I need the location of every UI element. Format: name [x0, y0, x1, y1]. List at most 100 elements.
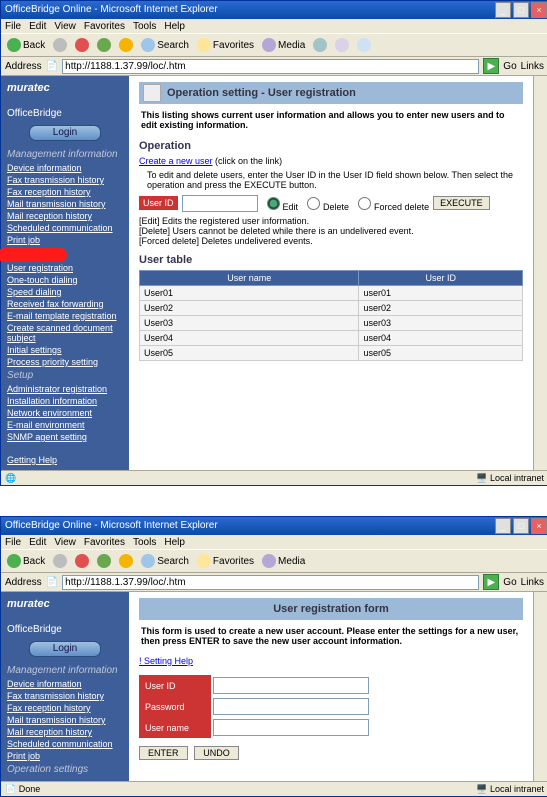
history-button[interactable] — [311, 38, 329, 52]
menu-view[interactable]: View — [54, 21, 76, 32]
address-bar-2: Address 📄 ▶ Go Links — [1, 573, 547, 592]
edit-radio-wrap[interactable]: Edit — [262, 194, 299, 212]
go-button[interactable]: ▶ — [483, 58, 499, 74]
delete-radio[interactable] — [307, 197, 320, 210]
back-button[interactable]: Back — [5, 38, 47, 52]
sidebar-item-mail-rx-history-2[interactable]: Mail reception history — [1, 726, 129, 738]
back-icon — [7, 554, 21, 568]
menu-tools-2[interactable]: Tools — [133, 537, 156, 548]
sidebar-item-process-priority[interactable]: Process priority setting — [1, 356, 129, 368]
sidebar-item-device-info-2[interactable]: Device information — [1, 678, 129, 690]
address-input-2[interactable] — [62, 575, 479, 590]
mail-button[interactable] — [333, 38, 351, 52]
sidebar-item-fax-rx-history-2[interactable]: Fax reception history — [1, 702, 129, 714]
input-username[interactable] — [213, 719, 369, 736]
menu-help[interactable]: Help — [164, 21, 185, 32]
sidebar-item-device-info[interactable]: Device information — [1, 162, 129, 174]
window-title: OfficeBridge Online - Microsoft Internet… — [5, 1, 494, 19]
input-password[interactable] — [213, 698, 369, 715]
page-title: Operation setting - User registration — [167, 87, 356, 99]
status-globe-icon: 🌐 — [5, 473, 16, 484]
back-button-2[interactable]: Back — [5, 554, 47, 568]
sidebar-item-scheduled-comm[interactable]: Scheduled communication — [1, 222, 129, 234]
forced-radio-wrap[interactable]: Forced delete — [353, 194, 429, 212]
address-input[interactable] — [62, 59, 479, 74]
login-button-2[interactable]: Login — [29, 641, 101, 657]
enter-button[interactable]: ENTER — [139, 746, 188, 760]
media-button[interactable]: Media — [260, 38, 307, 52]
home-button[interactable] — [117, 38, 135, 52]
setting-help-link[interactable]: ! Setting Help — [139, 656, 193, 666]
sidebar-item-speed-dialing[interactable]: Speed dialing — [1, 286, 129, 298]
undo-button[interactable]: UNDO — [194, 746, 239, 760]
sidebar-item-print-job[interactable]: Print job — [1, 234, 129, 246]
maximize-button-2[interactable]: □ — [513, 518, 529, 534]
sidebar-item-fax-rx-history[interactable]: Fax reception history — [1, 186, 129, 198]
vertical-scrollbar-2[interactable] — [533, 592, 547, 781]
sidebar-item-email-env[interactable]: E-mail environment — [1, 419, 129, 431]
edit-radio[interactable] — [267, 197, 280, 210]
execute-button[interactable]: EXECUTE — [433, 196, 490, 210]
search-button-2[interactable]: Search — [139, 554, 191, 568]
sidebar-item-install-info[interactable]: Installation information — [1, 395, 129, 407]
sidebar-item-fax-tx-history-2[interactable]: Fax transmission history — [1, 690, 129, 702]
sidebar-item-scanned-subject[interactable]: Create scanned document subject — [1, 322, 129, 344]
close-button[interactable]: × — [531, 2, 547, 18]
home-button-2[interactable] — [117, 554, 135, 568]
sidebar-item-fax-tx-history[interactable]: Fax transmission history — [1, 174, 129, 186]
minimize-button[interactable]: _ — [495, 2, 511, 18]
sidebar-item-email-template[interactable]: E-mail template registration — [1, 310, 129, 322]
menu-favorites[interactable]: Favorites — [84, 21, 125, 32]
stop-button[interactable] — [73, 38, 91, 52]
sidebar-item-print-job-2[interactable]: Print job — [1, 750, 129, 762]
maximize-button[interactable]: □ — [513, 2, 529, 18]
sidebar-item-user-registration[interactable]: User registration — [1, 262, 129, 274]
sidebar-item-mail-tx-history[interactable]: Mail transmission history — [1, 198, 129, 210]
forward-button-2[interactable] — [51, 554, 69, 568]
refresh-button-2[interactable] — [95, 554, 113, 568]
media-button-2[interactable]: Media — [260, 554, 307, 568]
create-user-link[interactable]: Create a new user — [139, 156, 213, 166]
menu-file[interactable]: File — [5, 21, 21, 32]
forced-delete-radio[interactable] — [358, 197, 371, 210]
vertical-scrollbar[interactable] — [533, 76, 547, 470]
sidebar-item-received-fwd[interactable]: Received fax forwarding — [1, 298, 129, 310]
menu-tools[interactable]: Tools — [133, 21, 156, 32]
sidebar-item-mail-rx-history[interactable]: Mail reception history — [1, 210, 129, 222]
close-button-2[interactable]: × — [531, 518, 547, 534]
menu-help-2[interactable]: Help — [164, 537, 185, 548]
favorites-button-2[interactable]: Favorites — [195, 554, 256, 568]
status-zone-2: Local intranet — [490, 784, 544, 794]
menu-file-2[interactable]: File — [5, 537, 21, 548]
input-userid[interactable] — [213, 677, 369, 694]
menu-view-2[interactable]: View — [54, 537, 76, 548]
sidebar-item-network-env[interactable]: Network environment — [1, 407, 129, 419]
menu-edit[interactable]: Edit — [29, 21, 46, 32]
print-button[interactable] — [355, 38, 373, 52]
refresh-button[interactable] — [95, 38, 113, 52]
sidebar-item-scheduled-comm-2[interactable]: Scheduled communication — [1, 738, 129, 750]
sidebar-item-initial-settings[interactable]: Initial settings — [1, 344, 129, 356]
window-title-2: OfficeBridge Online - Microsoft Internet… — [5, 517, 494, 535]
forward-button[interactable] — [51, 38, 69, 52]
favorites-button[interactable]: Favorites — [195, 38, 256, 52]
sidebar-item-snmp[interactable]: SNMP agent setting — [1, 431, 129, 443]
sidebar-item-mail-tx-history-2[interactable]: Mail transmission history — [1, 714, 129, 726]
menu-favorites-2[interactable]: Favorites — [84, 537, 125, 548]
go-button-2[interactable]: ▶ — [483, 574, 499, 590]
sidebar-item-help[interactable]: Getting Help — [1, 454, 129, 466]
note-edit: [Edit] Edits the registered user informa… — [139, 216, 523, 226]
sidebar-2: muratec OfficeBridge Login Management in… — [1, 592, 129, 781]
login-button[interactable]: Login — [29, 125, 101, 141]
minimize-button-2[interactable]: _ — [495, 518, 511, 534]
delete-radio-wrap[interactable]: Delete — [302, 194, 349, 212]
userid-input[interactable] — [182, 195, 258, 212]
search-icon — [141, 38, 155, 52]
sidebar-item-admin-reg[interactable]: Administrator registration — [1, 383, 129, 395]
menu-edit-2[interactable]: Edit — [29, 537, 46, 548]
stop-button-2[interactable] — [73, 554, 91, 568]
sidebar-item-one-touch[interactable]: One-touch dialing — [1, 274, 129, 286]
status-zone: Local intranet — [490, 473, 544, 483]
operation-heading: Operation — [139, 140, 523, 152]
search-button[interactable]: Search — [139, 38, 191, 52]
